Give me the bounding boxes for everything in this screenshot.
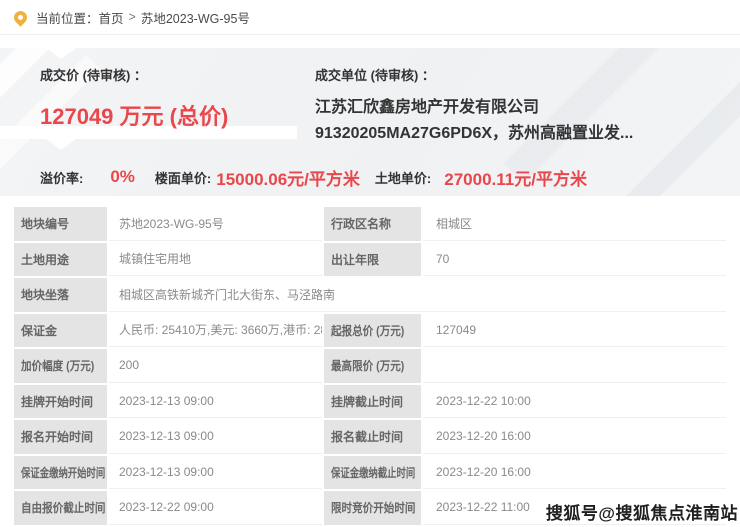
page: 当前位置： 首页 > 苏地2023-WG-95号 成交价 (待审核) ： 127… (0, 0, 740, 527)
listing-start-value: 2023-12-13 09:00 (109, 385, 322, 419)
price-metrics-row: 溢价率: 0% 楼面单价: 15000.06元/平方米 土地单价: 27000.… (40, 161, 587, 193)
plot-location-value: 相城区高铁新城齐门北大街东、马泾路南 (109, 278, 726, 312)
breadcrumb-current: 苏地2023-WG-95号 (141, 8, 250, 27)
panel-mid-notch (46, 139, 76, 150)
watermark: 搜狐号@搜狐焦点淮南站 (546, 499, 738, 524)
free-bidding-end-label: 自由报价截止时间 (14, 491, 107, 525)
district-value: 相城区 (423, 207, 726, 241)
premium-rate-label: 溢价率: (40, 168, 83, 187)
listing-end-label: 挂牌截止时间 (324, 385, 421, 419)
tenure-label: 出让年限 (324, 243, 421, 277)
deposit-payment-start-label: 保证金缴纳开始时间 (14, 456, 107, 490)
district-label: 行政区名称 (324, 207, 421, 241)
starting-price-value: 127049 (423, 314, 726, 348)
breadcrumb-home-link[interactable]: 首页 (99, 8, 124, 27)
plot-location-label: 地块坐落 (14, 278, 107, 312)
deal-buyer-block: 成交单位 (待审核) ： 江苏汇欣鑫房地产开发有限公司 91320205MA27… (315, 48, 740, 147)
land-use-value: 城镇住宅用地 (109, 243, 322, 277)
deposit-payment-start-value: 2023-12-13 09:00 (109, 456, 322, 490)
price-cap-label: 最高限价 (万元) (324, 349, 421, 383)
deal-price-block: 成交价 (待审核) ： 127049 万元 (总价) (0, 48, 315, 147)
floor-price-label: 楼面单价: (155, 168, 211, 187)
bid-increment-label: 加价幅度 (万元) (14, 349, 107, 383)
deposit-payment-end-value: 2023-12-20 16:00 (423, 456, 726, 490)
breadcrumb-label: 当前位置： (36, 8, 99, 27)
land-detail-table: 地块编号 苏地2023-WG-95号 行政区名称 相城区 土地用途 城镇住宅用地… (14, 207, 726, 525)
deal-summary-panel: 成交价 (待审核) ： 127049 万元 (总价) 成交单位 (待审核) ： … (0, 48, 740, 196)
registration-start-value: 2023-12-13 09:00 (109, 420, 322, 454)
land-price-value: 27000.11元/平方米 (444, 165, 587, 190)
premium-rate-value: 0% (110, 167, 135, 187)
deal-buyer-line1: 江苏汇欣鑫房地产开发有限公司 (315, 95, 730, 121)
land-use-label: 土地用途 (14, 243, 107, 277)
listing-end-value: 2023-12-22 10:00 (423, 385, 726, 419)
land-price-label: 土地单价: (375, 168, 431, 187)
deal-columns: 成交价 (待审核) ： 127049 万元 (总价) 成交单位 (待审核) ： … (0, 48, 740, 147)
plot-number-value: 苏地2023-WG-95号 (109, 207, 322, 241)
plot-number-label: 地块编号 (14, 207, 107, 241)
timed-bidding-start-label: 限时竞价开始时间 (324, 491, 421, 525)
starting-price-label: 起报总价 (万元) (324, 314, 421, 348)
bid-increment-value: 200 (109, 349, 322, 383)
panel-top-notch (46, 48, 76, 59)
price-cap-value (423, 349, 726, 383)
location-pin-icon (11, 8, 29, 26)
deposit-value: 人民币: 25410万,美元: 3660万,港币: 28590万 (109, 314, 322, 348)
deposit-label: 保证金 (14, 314, 107, 348)
registration-end-value: 2023-12-20 16:00 (423, 420, 726, 454)
listing-start-label: 挂牌开始时间 (14, 385, 107, 419)
breadcrumb: 当前位置： 首页 > 苏地2023-WG-95号 (0, 0, 740, 35)
tenure-value: 70 (423, 243, 726, 277)
registration-start-label: 报名开始时间 (14, 420, 107, 454)
deal-buyer-name: 江苏汇欣鑫房地产开发有限公司 91320205MA27G6PD6X，苏州高融置业… (315, 95, 730, 147)
free-bidding-end-value: 2023-12-22 09:00 (109, 491, 322, 525)
deal-buyer-line2: 91320205MA27G6PD6X，苏州高融置业发... (315, 121, 730, 147)
deal-price-value: 127049 万元 (总价) (40, 99, 315, 131)
deal-buyer-label: 成交单位 (待审核) ： (315, 65, 730, 84)
floor-price-value: 15000.06元/平方米 (216, 165, 360, 190)
deal-price-label: 成交价 (待审核) ： (40, 65, 315, 84)
registration-end-label: 报名截止时间 (324, 420, 421, 454)
breadcrumb-separator: > (129, 10, 136, 24)
deposit-payment-end-label: 保证金缴纳截止时间 (324, 456, 421, 490)
